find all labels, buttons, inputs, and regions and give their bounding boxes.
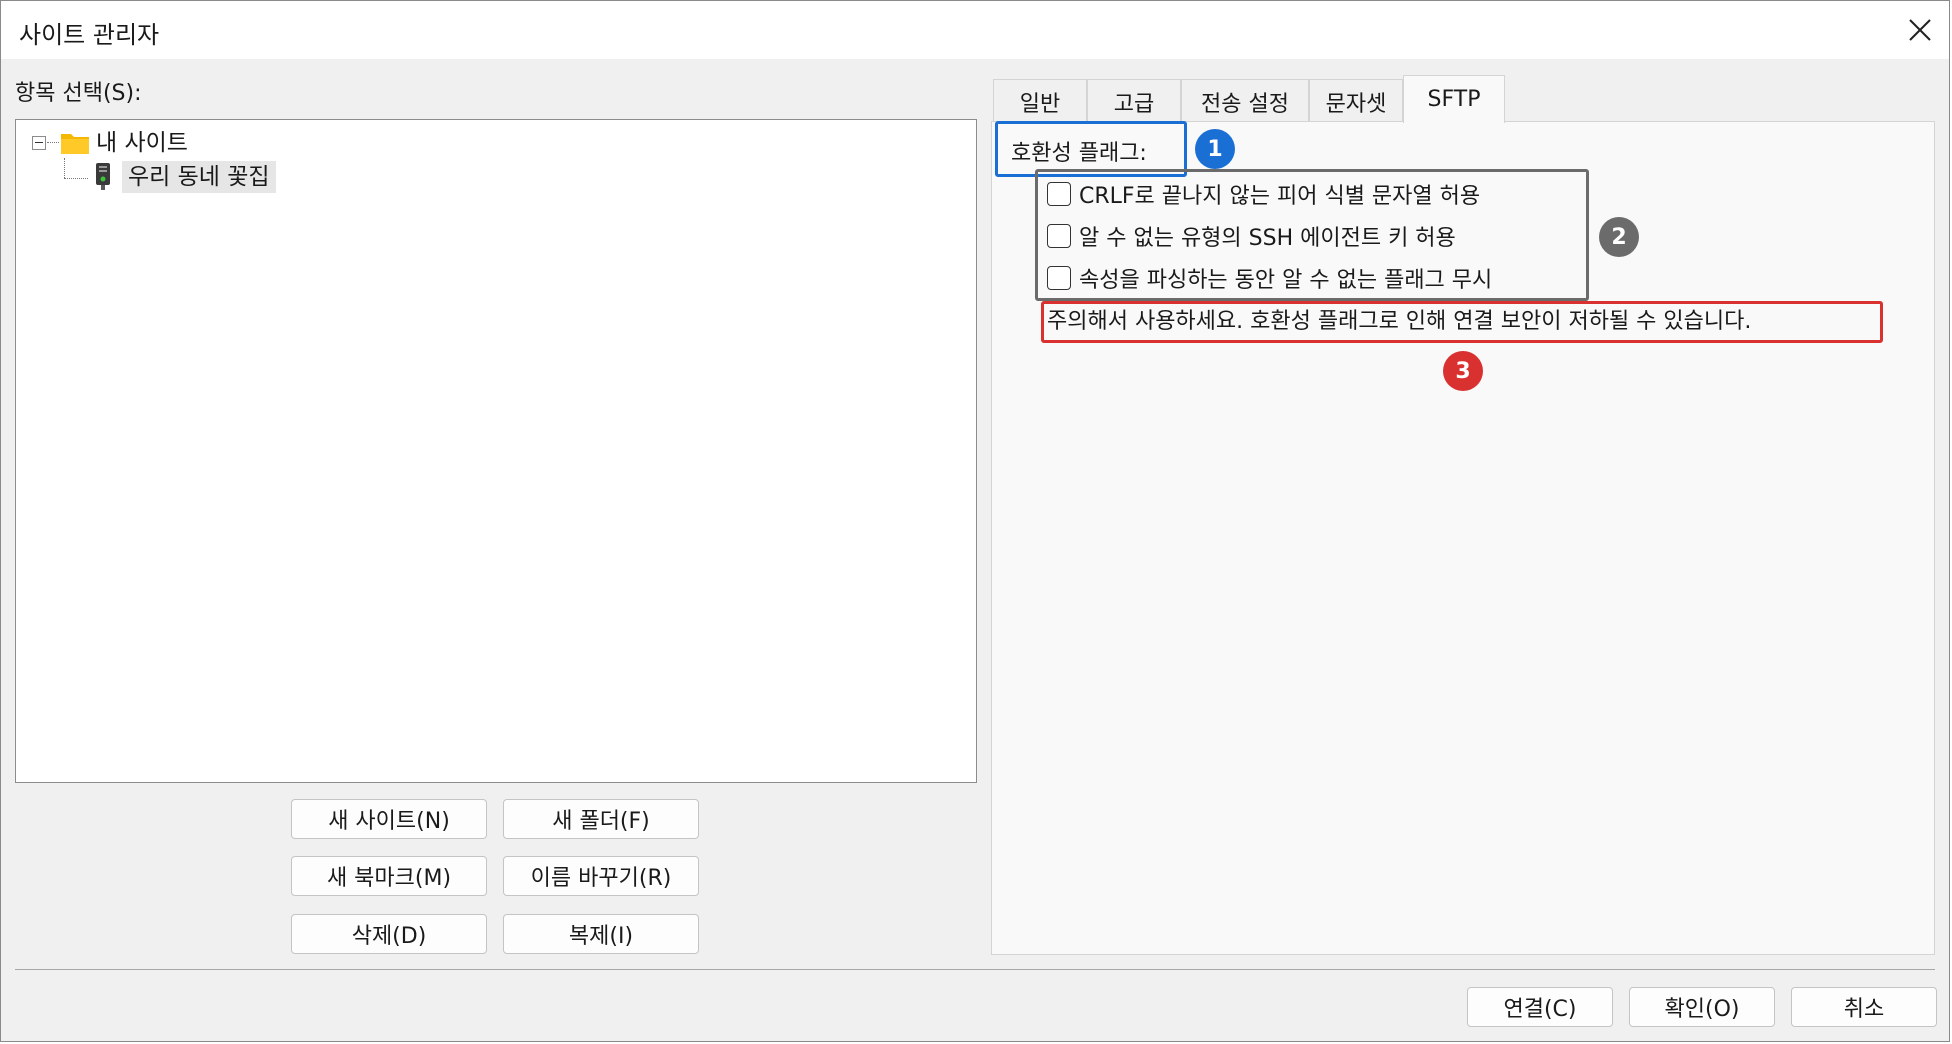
rename-button[interactable]: 이름 바꾸기(R) [503,856,699,896]
tab-advanced[interactable]: 고급 [1087,79,1181,123]
tab-sftp[interactable]: SFTP [1403,75,1505,123]
duplicate-button[interactable]: 복제(I) [503,914,699,954]
tab-transfer-settings[interactable]: 전송 설정 [1181,79,1309,123]
annotation-badge-3: 3 [1443,351,1483,391]
tree-connector [64,158,65,178]
close-button[interactable] [1891,1,1949,59]
title-bar: 사이트 관리자 [1,1,1949,59]
tab-general[interactable]: 일반 [993,79,1087,123]
annotation-box-2 [1035,169,1589,301]
collapse-toggle-icon[interactable] [32,136,46,150]
footer-separator [15,969,1935,970]
select-entry-label: 항목 선택(S): [15,81,142,106]
annotation-badge-2: 2 [1599,217,1639,257]
annotation-badge-1: 1 [1195,129,1235,169]
server-icon [96,163,110,190]
tree-item-my-sites[interactable]: 내 사이트 [60,126,194,160]
new-site-button[interactable]: 새 사이트(N) [291,799,487,839]
site-tree[interactable]: 내 사이트 우리 동네 꽃집 [15,119,977,783]
tab-charset[interactable]: 문자셋 [1309,79,1403,123]
close-icon [1909,19,1931,41]
new-folder-button[interactable]: 새 폴더(F) [503,799,699,839]
tree-connector [64,178,88,179]
delete-button[interactable]: 삭제(D) [291,914,487,954]
connect-button[interactable]: 연결(C) [1467,987,1613,1027]
window-title: 사이트 관리자 [19,21,160,49]
site-manager-window: 사이트 관리자 항목 선택(S): 내 사이트 우리 동네 꽃집 새 사이트(N… [0,0,1950,1042]
folder-icon [61,134,89,154]
tree-item-site[interactable]: 우리 동네 꽃집 [92,160,276,194]
tree-item-label: 우리 동네 꽃집 [122,161,276,193]
tree-item-label: 내 사이트 [96,130,188,156]
cancel-button[interactable]: 취소 [1791,987,1937,1027]
annotation-box-3 [1041,301,1883,343]
new-bookmark-button[interactable]: 새 북마크(M) [291,856,487,896]
tree-connector [47,142,59,143]
ok-button[interactable]: 확인(O) [1629,987,1775,1027]
